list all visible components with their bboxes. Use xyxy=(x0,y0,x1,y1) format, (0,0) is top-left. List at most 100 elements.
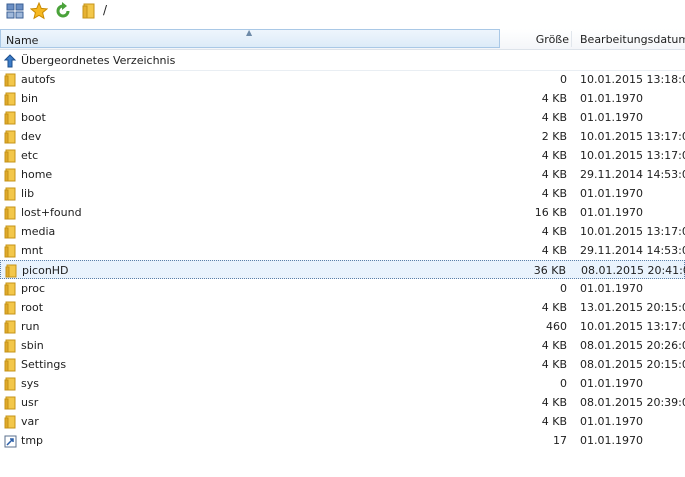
file-date: 08.01.2015 20:41:00 xyxy=(581,264,685,277)
file-row[interactable]: proc 0 01.01.1970 xyxy=(0,279,685,298)
network-drive-icon[interactable] xyxy=(6,2,24,20)
column-name-label: Name xyxy=(6,34,39,47)
parent-directory-row[interactable]: Übergeordnetes Verzeichnis xyxy=(0,51,685,71)
folder-icon xyxy=(4,225,17,239)
file-size: 4 KB xyxy=(541,225,567,238)
folder-icon xyxy=(4,301,17,315)
file-name: lib xyxy=(21,187,35,200)
file-name: etc xyxy=(21,149,39,162)
file-size: 4 KB xyxy=(541,358,567,371)
file-date: 08.01.2015 20:26:00 xyxy=(580,339,685,352)
file-date: 10.01.2015 13:17:00 xyxy=(580,320,685,333)
file-date: 08.01.2015 20:15:00 xyxy=(580,358,685,371)
file-row[interactable]: autofs 0 10.01.2015 13:18:00 xyxy=(0,70,685,89)
file-row[interactable]: run 460 10.01.2015 13:17:00 xyxy=(0,317,685,336)
file-size: 4 KB xyxy=(541,396,567,409)
file-date: 29.11.2014 14:53:00 xyxy=(580,244,685,257)
file-date: 13.01.2015 20:15:00 xyxy=(580,301,685,314)
file-row[interactable]: dev 2 KB 10.01.2015 13:17:00 xyxy=(0,127,685,146)
file-row[interactable]: lib 4 KB 01.01.1970 xyxy=(0,184,685,203)
file-date: 29.11.2014 14:53:00 xyxy=(580,168,685,181)
file-size: 4 KB xyxy=(541,301,567,314)
file-name: sys xyxy=(21,377,39,390)
file-row[interactable]: etc 4 KB 10.01.2015 13:17:00 xyxy=(0,146,685,165)
file-date: 10.01.2015 13:17:00 xyxy=(580,225,685,238)
sort-ascending-icon: ▲ xyxy=(246,28,253,37)
folder-icon xyxy=(4,358,17,372)
file-size: 4 KB xyxy=(541,339,567,352)
column-header: ▲ Name Größe Bearbeitungsdatum xyxy=(0,28,685,50)
file-name: mnt xyxy=(21,244,43,257)
file-name: run xyxy=(21,320,40,333)
file-row[interactable]: home 4 KB 29.11.2014 14:53:00 xyxy=(0,165,685,184)
file-date: 01.01.1970 xyxy=(580,187,643,200)
file-name: bin xyxy=(21,92,39,105)
folder-icon xyxy=(4,415,17,429)
file-row[interactable]: mnt 4 KB 29.11.2014 14:53:00 xyxy=(0,241,685,260)
parent-directory-label: Übergeordnetes Verzeichnis xyxy=(21,54,176,67)
file-row[interactable]: tmp 17 01.01.1970 xyxy=(0,431,685,450)
folder-icon xyxy=(82,2,100,20)
file-name: Settings xyxy=(21,358,67,371)
file-date: 01.01.1970 xyxy=(580,92,643,105)
folder-icon xyxy=(4,320,17,334)
file-row[interactable]: lost+found 16 KB 01.01.1970 xyxy=(0,203,685,222)
file-name: root xyxy=(21,301,44,314)
file-size: 4 KB xyxy=(541,244,567,257)
current-path[interactable]: / xyxy=(103,3,107,17)
file-row[interactable]: root 4 KB 13.01.2015 20:15:00 xyxy=(0,298,685,317)
refresh-icon[interactable] xyxy=(54,2,72,20)
file-size: 0 xyxy=(560,377,567,390)
file-date: 10.01.2015 13:17:00 xyxy=(580,149,685,162)
file-name: tmp xyxy=(21,434,44,447)
file-name: home xyxy=(21,168,53,181)
link-folder-icon xyxy=(4,434,17,448)
file-name: piconHD xyxy=(22,264,69,277)
file-name: var xyxy=(21,415,39,428)
file-name: media xyxy=(21,225,56,238)
file-row[interactable]: media 4 KB 10.01.2015 13:17:00 xyxy=(0,222,685,241)
file-row[interactable]: Settings 4 KB 08.01.2015 20:15:00 xyxy=(0,355,685,374)
file-name: usr xyxy=(21,396,39,409)
folder-icon xyxy=(4,73,17,87)
folder-icon xyxy=(4,111,17,125)
file-row[interactable]: bin 4 KB 01.01.1970 xyxy=(0,89,685,108)
file-size: 2 KB xyxy=(541,130,567,143)
file-size: 17 xyxy=(553,434,567,447)
file-size: 4 KB xyxy=(541,415,567,428)
folder-icon xyxy=(4,206,17,220)
folder-up-icon xyxy=(3,54,17,68)
file-size: 36 KB xyxy=(533,264,566,277)
column-separator[interactable] xyxy=(571,31,572,47)
column-header-size[interactable]: Größe xyxy=(536,33,569,46)
file-date: 01.01.1970 xyxy=(580,415,643,428)
file-row[interactable]: usr 4 KB 08.01.2015 20:39:00 xyxy=(0,393,685,412)
file-size: 0 xyxy=(560,73,567,86)
file-date: 10.01.2015 13:17:00 xyxy=(580,130,685,143)
file-row[interactable]: sbin 4 KB 08.01.2015 20:26:00 xyxy=(0,336,685,355)
file-name: sbin xyxy=(21,339,44,352)
folder-icon xyxy=(4,92,17,106)
file-size: 4 KB xyxy=(541,149,567,162)
folder-icon xyxy=(4,168,17,182)
file-row[interactable]: boot 4 KB 01.01.1970 xyxy=(0,108,685,127)
file-size: 4 KB xyxy=(541,187,567,200)
favorite-star-icon[interactable] xyxy=(29,1,49,20)
folder-icon xyxy=(4,396,17,410)
file-date: 01.01.1970 xyxy=(580,111,643,124)
folder-icon xyxy=(5,264,18,278)
column-header-date[interactable]: Bearbeitungsdatum xyxy=(580,33,685,46)
file-date: 01.01.1970 xyxy=(580,377,643,390)
file-row[interactable]: var 4 KB 01.01.1970 xyxy=(0,412,685,431)
folder-icon xyxy=(4,130,17,144)
file-date: 01.01.1970 xyxy=(580,206,643,219)
file-size: 4 KB xyxy=(541,111,567,124)
file-name: autofs xyxy=(21,73,56,86)
file-date: 01.01.1970 xyxy=(580,434,643,447)
folder-icon xyxy=(4,244,17,258)
column-header-name[interactable]: ▲ Name xyxy=(0,28,500,48)
file-row[interactable]: sys 0 01.01.1970 xyxy=(0,374,685,393)
file-size: 0 xyxy=(560,282,567,295)
file-size: 4 KB xyxy=(541,92,567,105)
file-row[interactable]: piconHD 36 KB 08.01.2015 20:41:00 xyxy=(0,260,685,279)
